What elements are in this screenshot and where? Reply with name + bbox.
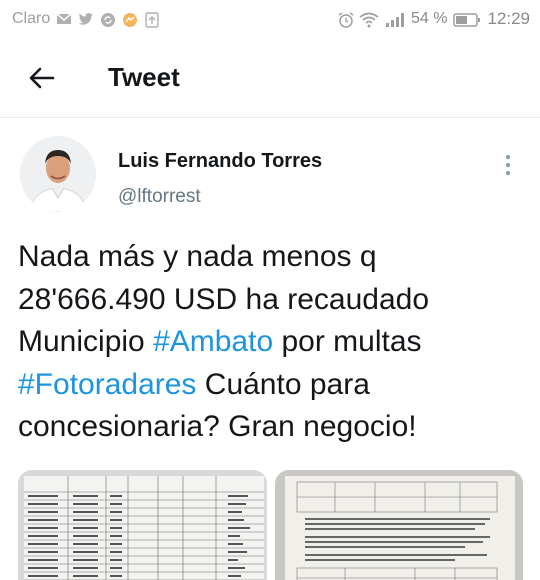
tweet-line: 28'666.490 USD ha recaudado — [18, 282, 430, 316]
clock: 12:29 — [487, 9, 530, 28]
status-bar: Claro 54 % 12:29 — [0, 0, 540, 38]
status-left: Claro — [12, 10, 160, 28]
battery-icon — [453, 12, 481, 27]
battery-percent: 54 % — [410, 10, 448, 27]
tweet-line: Municipio #Ambato por multas — [18, 325, 422, 358]
mail-icon — [56, 12, 72, 26]
wifi-icon — [359, 12, 379, 28]
tweet-line: Nada más y nada menos q — [18, 240, 377, 273]
author-handle[interactable]: @lftorrest — [118, 186, 201, 208]
tweet-media — [18, 470, 523, 580]
hashtag-ambato[interactable]: #Ambato — [153, 325, 273, 358]
twitter-icon — [78, 12, 94, 26]
tweet-text: Nada más y nada menos q 28'666.490 USD h… — [18, 236, 523, 449]
upload-icon — [144, 12, 160, 28]
tweet-author: Luis Fernando Torres @lftorrest — [0, 128, 540, 224]
messenger-icon — [122, 12, 138, 27]
carrier-label: Claro — [12, 10, 51, 27]
arrow-left-icon — [29, 67, 55, 88]
tweet-line: concesionaria? Gran negocio! — [18, 410, 417, 443]
app-header: Tweet — [0, 38, 540, 118]
more-options-button[interactable] — [496, 150, 520, 180]
media-image-document[interactable] — [274, 470, 523, 580]
alarm-icon — [337, 12, 354, 28]
status-right: 54 % 12:29 — [337, 9, 530, 29]
page-title: Tweet — [108, 62, 180, 92]
more-vertical-icon — [506, 155, 510, 159]
author-name[interactable]: Luis Fernando Torres — [118, 150, 322, 173]
avatar[interactable] — [20, 136, 96, 212]
hashtag-fotoradares[interactable]: #Fotoradares — [18, 368, 196, 401]
sync-icon — [100, 12, 116, 27]
back-button[interactable] — [12, 48, 72, 108]
media-image-table[interactable] — [18, 470, 267, 580]
tweet-line: #Fotoradares Cuánto para — [18, 367, 370, 401]
signal-icon — [385, 12, 405, 27]
